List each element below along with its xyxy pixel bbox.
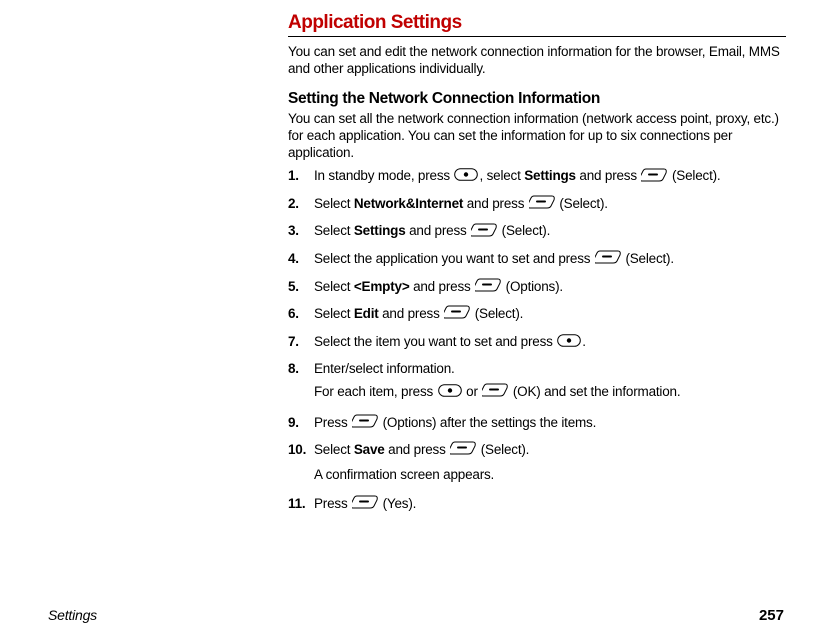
step-6: 6. Select Edit and press (Select). <box>288 305 786 324</box>
step-text: In standby mode, press , select Settings… <box>314 167 786 186</box>
center-key-icon <box>557 334 581 351</box>
soft-key-icon <box>444 305 470 323</box>
subheading: Setting the Network Connection Informati… <box>288 90 786 108</box>
step-number: 11. <box>288 495 314 512</box>
step-1: 1. In standby mode, press , select Setti… <box>288 167 786 186</box>
step-5: 5. Select <Empty> and press (Options). <box>288 278 786 297</box>
step-3: 3. Select Settings and press (Select). <box>288 222 786 241</box>
soft-key-icon <box>529 195 555 213</box>
step-number: 9. <box>288 414 314 431</box>
step-text: Enter/select information. <box>314 360 786 377</box>
step-text: Select Save and press (Select). <box>314 441 786 460</box>
step-text: Select Edit and press (Select). <box>314 305 786 324</box>
step-8: 8. Enter/select information. <box>288 360 786 377</box>
step-number: 8. <box>288 360 314 377</box>
step-number: 10. <box>288 441 314 458</box>
title-divider <box>288 36 786 37</box>
soft-key-icon <box>450 441 476 459</box>
step-number: 7. <box>288 333 314 350</box>
step-9: 9. Press (Options) after the settings th… <box>288 414 786 433</box>
step-text: Select the item you want to set and pres… <box>314 333 786 351</box>
step-2: 2. Select Network&Internet and press (Se… <box>288 195 786 214</box>
center-key-icon <box>438 384 462 401</box>
step-number: 3. <box>288 222 314 239</box>
step-text: Press (Yes). <box>314 495 786 514</box>
soft-key-icon <box>641 168 667 186</box>
step-8-extra: For each item, press or (OK) and set the… <box>314 383 786 402</box>
soft-key-icon <box>482 383 508 401</box>
step-number: 4. <box>288 250 314 267</box>
soft-key-icon <box>352 495 378 513</box>
step-text: Press (Options) after the settings the i… <box>314 414 786 433</box>
page-content: Application Settings You can set and edi… <box>288 12 786 523</box>
step-4: 4. Select the application you want to se… <box>288 250 786 269</box>
step-7: 7. Select the item you want to set and p… <box>288 333 786 351</box>
page-footer: Settings 257 <box>48 607 784 624</box>
step-number: 5. <box>288 278 314 295</box>
step-number: 2. <box>288 195 314 212</box>
step-text: Select <Empty> and press (Options). <box>314 278 786 297</box>
soft-key-icon <box>595 250 621 268</box>
step-text: Select Network&Internet and press (Selec… <box>314 195 786 214</box>
footer-section: Settings <box>48 607 97 623</box>
subintro-text: You can set all the network connection i… <box>288 110 786 162</box>
soft-key-icon <box>471 223 497 241</box>
center-key-icon <box>454 168 478 185</box>
footer-page-number: 257 <box>759 607 784 624</box>
step-number: 6. <box>288 305 314 322</box>
step-10: 10. Select Save and press (Select). <box>288 441 786 460</box>
intro-text: You can set and edit the network connect… <box>288 43 786 78</box>
soft-key-icon <box>352 414 378 432</box>
step-11: 11. Press (Yes). <box>288 495 786 514</box>
soft-key-icon <box>475 278 501 296</box>
step-number: 1. <box>288 167 314 184</box>
step-10-extra: A confirmation screen appears. <box>314 466 786 483</box>
step-text: Select Settings and press (Select). <box>314 222 786 241</box>
page-title: Application Settings <box>288 12 786 34</box>
step-text: Select the application you want to set a… <box>314 250 786 269</box>
